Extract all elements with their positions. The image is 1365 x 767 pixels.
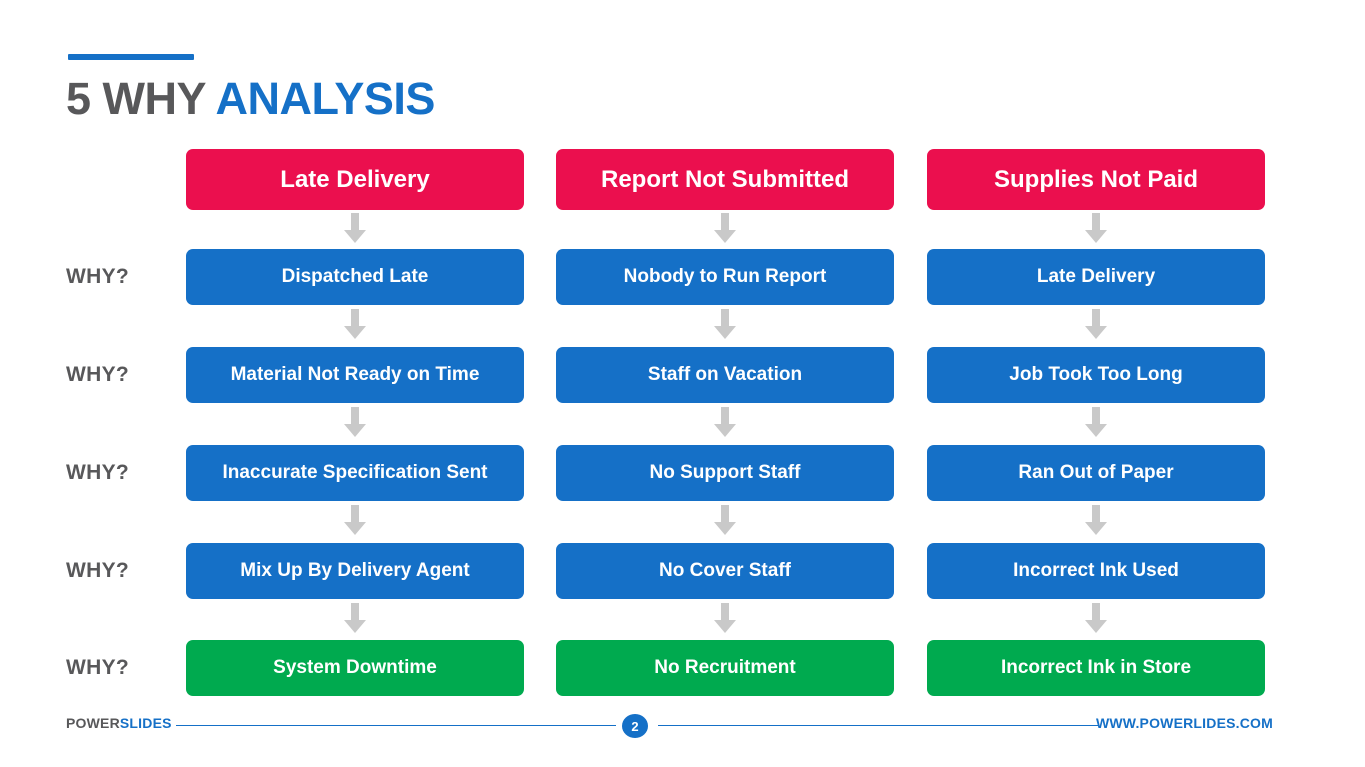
why-chain-column-1: Late Delivery Dispatched Late Material N…: [186, 149, 524, 696]
arrow-down-icon: [344, 505, 366, 535]
cause-node-2-1[interactable]: Nobody to Run Report: [556, 249, 894, 305]
cause-node-3-4[interactable]: Incorrect Ink Used: [927, 543, 1265, 599]
arrow-down-icon: [714, 309, 736, 339]
root-cause-node-3[interactable]: Incorrect Ink in Store: [927, 640, 1265, 696]
why-chain-column-3: Supplies Not Paid Late Delivery Job Took…: [927, 149, 1265, 696]
slide-footer: POWERSLIDES 2 WWW.POWERLIDES.COM: [0, 705, 1365, 745]
problem-header-2[interactable]: Report Not Submitted: [556, 149, 894, 210]
arrow-down-icon: [714, 505, 736, 535]
title-accent-bar: [68, 54, 194, 60]
arrow-down-icon: [344, 603, 366, 633]
cause-node-3-1[interactable]: Late Delivery: [927, 249, 1265, 305]
cause-node-1-1[interactable]: Dispatched Late: [186, 249, 524, 305]
arrow-down-icon: [344, 213, 366, 243]
arrow-down-icon: [1085, 309, 1107, 339]
brand-logo-secondary: SLIDES: [119, 715, 172, 731]
footer-rule-left: [176, 725, 616, 726]
website-url[interactable]: WWW.POWERLIDES.COM: [1096, 715, 1273, 731]
page-title-primary: 5 WHY: [66, 73, 216, 124]
arrow-down-icon: [714, 407, 736, 437]
cause-node-3-2[interactable]: Job Took Too Long: [927, 347, 1265, 403]
brand-logo: POWERSLIDES: [66, 715, 172, 731]
root-cause-node-1[interactable]: System Downtime: [186, 640, 524, 696]
page-title: 5 WHY ANALYSIS: [66, 72, 435, 126]
why-label-column: WHY? WHY? WHY? WHY? WHY?: [66, 149, 176, 694]
page-title-secondary: ANALYSIS: [215, 73, 436, 124]
problem-header-3[interactable]: Supplies Not Paid: [927, 149, 1265, 210]
cause-node-3-3[interactable]: Ran Out of Paper: [927, 445, 1265, 501]
arrow-down-icon: [1085, 213, 1107, 243]
arrow-down-icon: [344, 407, 366, 437]
why-label-3: WHY?: [66, 461, 130, 484]
slide-canvas: 5 WHY ANALYSIS WHY? WHY? WHY? WHY? WHY? …: [0, 0, 1365, 767]
arrow-down-icon: [714, 603, 736, 633]
why-label-5: WHY?: [66, 656, 130, 679]
why-label-1: WHY?: [66, 265, 130, 288]
root-cause-node-2[interactable]: No Recruitment: [556, 640, 894, 696]
arrow-down-icon: [344, 309, 366, 339]
cause-node-2-3[interactable]: No Support Staff: [556, 445, 894, 501]
brand-logo-primary: POWER: [66, 715, 120, 731]
why-label-2: WHY?: [66, 363, 130, 386]
cause-node-2-2[interactable]: Staff on Vacation: [556, 347, 894, 403]
why-label-4: WHY?: [66, 559, 130, 582]
why-chain-column-2: Report Not Submitted Nobody to Run Repor…: [556, 149, 894, 696]
cause-node-1-3[interactable]: Inaccurate Specification Sent: [186, 445, 524, 501]
arrow-down-icon: [714, 213, 736, 243]
arrow-down-icon: [1085, 505, 1107, 535]
cause-node-1-4[interactable]: Mix Up By Delivery Agent: [186, 543, 524, 599]
cause-node-2-4[interactable]: No Cover Staff: [556, 543, 894, 599]
cause-node-1-2[interactable]: Material Not Ready on Time: [186, 347, 524, 403]
page-number-badge: 2: [622, 714, 648, 738]
arrow-down-icon: [1085, 407, 1107, 437]
problem-header-1[interactable]: Late Delivery: [186, 149, 524, 210]
arrow-down-icon: [1085, 603, 1107, 633]
five-why-diagram: WHY? WHY? WHY? WHY? WHY? Late Delivery D…: [0, 149, 1365, 696]
footer-rule-right: [658, 725, 1098, 726]
